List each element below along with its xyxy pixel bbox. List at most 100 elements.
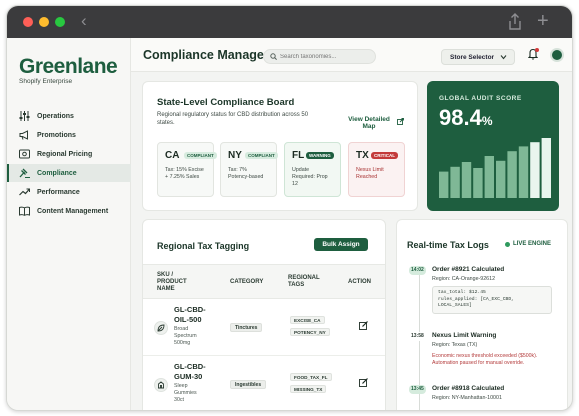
view-detailed-map-link[interactable]: View Detailed Map (341, 116, 397, 130)
product-name-line: Sleep (174, 383, 188, 389)
compliance-board-card: State-Level Compliance Board Regional re… (142, 81, 418, 211)
board-title: State-Level Compliance Board (157, 97, 295, 108)
log-code-line: LOCAL_SALES] (438, 303, 472, 308)
sidebar-item-label: Promotions (37, 131, 76, 139)
close-window-button[interactable] (23, 17, 33, 27)
sidebar: Greenlane Shopify Enterprise Operations … (7, 38, 131, 410)
back-icon[interactable]: ‹ (81, 11, 87, 31)
sliders-icon (18, 110, 30, 122)
log-time: 13:45 (409, 385, 426, 394)
state-detail-line: Potency-based (228, 174, 264, 180)
product-name: Sleep Gummies 30ct (174, 383, 224, 404)
status-badge: CRITICAL (371, 152, 398, 159)
audit-bar (484, 156, 494, 198)
bulk-assign-button[interactable]: Bulk Assign (314, 238, 368, 251)
state-code: TX (356, 150, 369, 161)
state-detail: Tax: 7% Potency-based (228, 167, 276, 181)
product-name-line: Gummies (174, 390, 197, 396)
log-warning-line: Automation paused for manual override. (432, 360, 525, 366)
search-box[interactable] (263, 49, 376, 64)
state-code: CA (165, 150, 180, 161)
search-input[interactable] (280, 51, 374, 62)
new-tab-icon[interactable]: + (537, 10, 549, 32)
product-sku: GL-CBD- OIL-500 (174, 305, 224, 325)
regional-tag[interactable]: EXCISE_CA (290, 316, 325, 324)
audit-bar (541, 138, 551, 198)
audit-bar (461, 162, 472, 198)
state-code: NY (228, 150, 242, 161)
state-detail-line: + 7.25% Sales (165, 174, 200, 180)
logs-title: Real-time Tax Logs (407, 240, 489, 250)
state-card-fl[interactable]: FL WARNING Update Required: Prop 12 (284, 142, 341, 197)
column-header-line: TAGS (288, 282, 305, 288)
sidebar-item-regional-pricing[interactable]: Regional Pricing (7, 145, 131, 163)
sidebar-item-label: Operations (37, 112, 74, 120)
product-sku: GL-CBD- GUM-30 (174, 362, 224, 382)
external-link-icon[interactable] (397, 118, 404, 125)
regional-tag[interactable]: POTENCY_NY (290, 328, 330, 336)
audit-bar (530, 142, 540, 198)
sidebar-item-content-management[interactable]: Content Management (7, 202, 131, 220)
sidebar-item-performance[interactable]: Performance (7, 183, 131, 201)
brand-logo: Greenlane (19, 55, 118, 78)
search-icon (270, 53, 277, 60)
maximize-window-button[interactable] (55, 17, 65, 27)
sidebar-item-compliance[interactable]: Compliance (7, 164, 131, 182)
state-detail-line: Tax: 7% (228, 167, 247, 173)
column-header-category: CATEGORY (230, 279, 264, 285)
avatar[interactable] (550, 48, 564, 62)
status-badge: WARNING (306, 152, 334, 159)
log-title: Nexus Limit Warning (432, 332, 497, 339)
state-card-ca[interactable]: CA COMPLIANT Tax: 15% Excise + 7.25% Sal… (157, 142, 217, 197)
sidebar-item-label: Performance (37, 188, 80, 196)
column-header-line: PRODUCT (157, 279, 187, 285)
share-icon[interactable] (507, 13, 523, 31)
product-sku-line: GUM-30 (174, 372, 203, 381)
minimize-window-button[interactable] (39, 17, 49, 27)
log-region: Region: Texas (TX) (432, 342, 478, 348)
book-icon (18, 205, 30, 217)
state-detail-line: Required: Prop (292, 174, 328, 180)
audit-bar (496, 160, 506, 198)
column-header-line: SKU / (157, 272, 174, 278)
app-window: ‹ + Greenlane Shopify Enterprise Operati… (6, 5, 573, 411)
log-time: 13:58 (409, 332, 426, 341)
product-name: Broad Spectrum 500mg (174, 326, 224, 347)
state-card-tx[interactable]: TX CRITICAL Nexus Limit Reached (348, 142, 405, 197)
audit-score-number: 98.4 (439, 105, 482, 130)
audit-bar (439, 171, 449, 198)
sidebar-item-label: Content Management (37, 207, 109, 215)
state-detail: Nexus Limit Reached (356, 167, 404, 181)
log-region: Region: CA-Orange-92612 (432, 276, 496, 282)
price-tag-icon (18, 148, 30, 160)
log-warning: Economic nexus threshold exceeded ($500k… (432, 353, 558, 367)
edit-icon[interactable] (359, 378, 368, 387)
state-detail-line: Reached (356, 174, 378, 180)
sidebar-item-promotions[interactable]: Promotions (7, 126, 131, 144)
sidebar-item-operations[interactable]: Operations (7, 107, 131, 125)
state-card-ny[interactable]: NY COMPLIANT Tax: 7% Potency-based (220, 142, 278, 197)
regional-tag[interactable]: FOOD_TAX_FL (290, 373, 332, 381)
edit-icon[interactable] (359, 321, 368, 330)
table-header: SKU / PRODUCT NAME CATEGORY REGIONAL TAG… (143, 264, 385, 299)
trend-icon (18, 186, 30, 198)
live-engine-indicator: LIVE ENGINE (505, 241, 551, 247)
top-header: Compliance Manager Store Selector (131, 38, 572, 72)
state-detail: Update Required: Prop 12 (292, 167, 340, 188)
product-name-line: 500mg (174, 340, 191, 346)
leaf-icon (154, 321, 168, 335)
log-region: Region: NY-Manhattan-10001 (432, 395, 502, 401)
live-dot (505, 241, 510, 247)
regional-tax-tagging-card: Regional Tax Tagging Bulk Assign SKU / P… (142, 219, 386, 410)
state-detail-line: Nexus Limit (356, 167, 384, 173)
state-code: FL (292, 150, 305, 161)
state-detail-line: 12 (292, 181, 298, 187)
column-header-line: NAME (157, 286, 175, 292)
jar-icon (154, 378, 168, 392)
store-selector-dropdown[interactable]: Store Selector (441, 49, 515, 65)
board-description: Regional regulatory status for CBD distr… (157, 112, 309, 126)
audit-score-unit: % (481, 114, 493, 128)
audit-trend-bars (439, 138, 551, 198)
regional-tag[interactable]: MISSING_TX (290, 385, 327, 393)
tagging-title: Regional Tax Tagging (157, 241, 250, 251)
